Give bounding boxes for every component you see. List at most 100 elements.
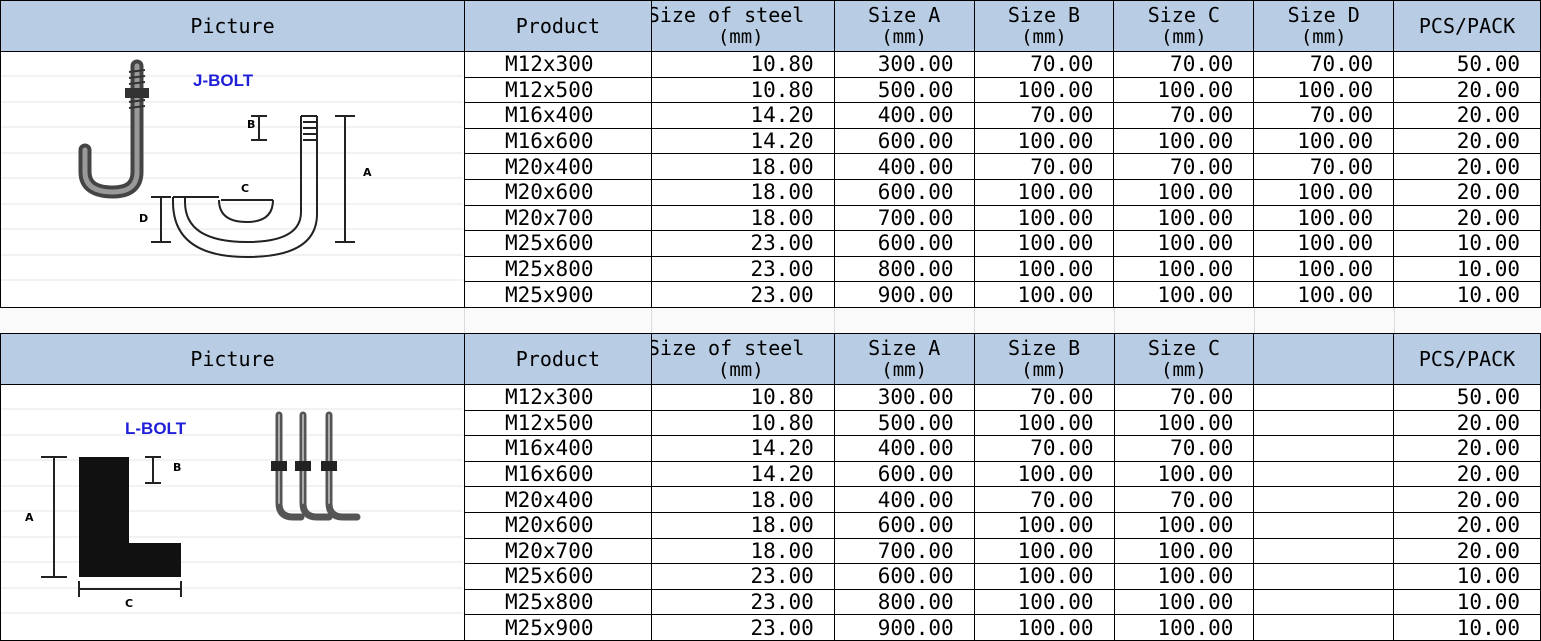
svg-text:C: C xyxy=(241,182,249,195)
cell-size-d: 70.00 xyxy=(1253,51,1395,78)
cell-pcs-pack: 20.00 xyxy=(1393,127,1541,155)
cell-size-c: 100.00 xyxy=(1113,230,1255,257)
cell-empty xyxy=(1253,563,1395,590)
cell-size-of-steel: 18.00 xyxy=(650,486,835,513)
header-size-a: Size A (mm) xyxy=(833,333,975,385)
cell-product: M20x600 xyxy=(463,178,652,206)
cell-size-a: 700.00 xyxy=(833,537,975,565)
header-size-a: Size A (mm) xyxy=(833,0,975,52)
cell-pcs-pack: 20.00 xyxy=(1393,178,1541,206)
table-row: A B C L-BOLT M12x300 10.80 300.00 70.00 70.0… xyxy=(0,384,1541,641)
cell-product: M25x900 xyxy=(463,614,652,641)
cell-size-c: 100.00 xyxy=(1113,537,1255,565)
cell-size-c: 100.00 xyxy=(1113,588,1255,616)
cell-size-b: 70.00 xyxy=(973,153,1115,180)
cell-product: M16x600 xyxy=(463,127,652,155)
cell-product: M20x400 xyxy=(463,153,652,180)
cell-size-b: 100.00 xyxy=(973,281,1115,308)
cell-size-a: 500.00 xyxy=(833,76,975,104)
cell-size-a: 600.00 xyxy=(833,511,975,539)
cell-pcs-pack: 10.00 xyxy=(1393,588,1541,616)
cell-pcs-pack: 20.00 xyxy=(1393,409,1541,437)
cell-pcs-pack: 50.00 xyxy=(1393,384,1541,411)
header-pcs-pack: PCS/PACK xyxy=(1393,333,1541,385)
cell-product: M16x400 xyxy=(463,102,652,129)
header-picture: Picture xyxy=(0,0,465,52)
cell-size-b: 100.00 xyxy=(973,76,1115,104)
header-size-c: Size C (mm) xyxy=(1113,0,1255,52)
cell-product: M12x300 xyxy=(463,384,652,411)
cell-pcs-pack: 20.00 xyxy=(1393,435,1541,462)
cell-empty xyxy=(1253,614,1395,641)
j-bolt-header-row: Picture Product Size of steel (mm) Size A… xyxy=(0,0,1541,52)
cell-size-a: 400.00 xyxy=(833,153,975,180)
header-pcs-pack: PCS/PACK xyxy=(1393,0,1541,52)
cell-size-b: 100.00 xyxy=(973,178,1115,206)
header-size-of-steel: Size of steel (mm) xyxy=(650,0,835,52)
l-bolt-header-row: Picture Product Size of steel (mm) Size A… xyxy=(0,333,1541,385)
cell-size-d: 100.00 xyxy=(1253,127,1395,155)
cell-empty xyxy=(1253,486,1395,513)
cell-product: M20x600 xyxy=(463,511,652,539)
header-size-b: Size B (mm) xyxy=(973,0,1115,52)
cell-size-a: 600.00 xyxy=(833,563,975,590)
cell-empty xyxy=(1253,384,1395,411)
cell-size-c: 70.00 xyxy=(1113,384,1255,411)
header-size-b: Size B (mm) xyxy=(973,333,1115,385)
svg-text:C: C xyxy=(125,597,133,610)
cell-product: M20x700 xyxy=(463,537,652,565)
cell-size-c: 100.00 xyxy=(1113,127,1255,155)
cell-size-d: 100.00 xyxy=(1253,204,1395,232)
cell-size-b: 100.00 xyxy=(973,409,1115,437)
cell-product: M25x800 xyxy=(463,588,652,616)
cell-size-a: 400.00 xyxy=(833,435,975,462)
cell-size-a: 600.00 xyxy=(833,230,975,257)
table-row: B A D C J-BOLT M12x300 10.80 300.00 70.00 70… xyxy=(0,51,1541,308)
cell-product: M25x900 xyxy=(463,281,652,308)
cell-size-c: 100.00 xyxy=(1113,178,1255,206)
cell-size-c: 100.00 xyxy=(1113,614,1255,641)
cell-size-b: 100.00 xyxy=(973,230,1115,257)
cell-size-of-steel: 10.80 xyxy=(650,51,835,78)
cell-size-b: 70.00 xyxy=(973,384,1115,411)
header-size-of-steel: Size of steel (mm) xyxy=(650,333,835,385)
cell-size-c: 100.00 xyxy=(1113,460,1255,488)
cell-size-b: 100.00 xyxy=(973,255,1115,283)
cell-size-d: 70.00 xyxy=(1253,153,1395,180)
l-bolt-picture: A B C L-BOLT xyxy=(1,386,463,640)
cell-empty xyxy=(1253,588,1395,616)
cell-size-a: 700.00 xyxy=(833,204,975,232)
cell-pcs-pack: 10.00 xyxy=(1393,255,1541,283)
cell-size-a: 600.00 xyxy=(833,127,975,155)
cell-pcs-pack: 20.00 xyxy=(1393,511,1541,539)
cell-size-of-steel: 10.80 xyxy=(650,384,835,411)
cell-size-of-steel: 18.00 xyxy=(650,204,835,232)
header-size-c: Size C (mm) xyxy=(1113,333,1255,385)
cell-size-a: 400.00 xyxy=(833,102,975,129)
cell-size-b: 70.00 xyxy=(973,486,1115,513)
cell-size-a: 800.00 xyxy=(833,255,975,283)
cell-size-of-steel: 18.00 xyxy=(650,537,835,565)
cell-size-c: 100.00 xyxy=(1113,281,1255,308)
cell-size-of-steel: 23.00 xyxy=(650,563,835,590)
cell-product: M12x500 xyxy=(463,409,652,437)
cell-size-of-steel: 23.00 xyxy=(650,255,835,283)
cell-empty xyxy=(1253,435,1395,462)
cell-size-c: 70.00 xyxy=(1113,51,1255,78)
cell-size-b: 100.00 xyxy=(973,511,1115,539)
cell-size-of-steel: 10.80 xyxy=(650,409,835,437)
header-product: Product xyxy=(463,333,652,385)
cell-size-a: 400.00 xyxy=(833,486,975,513)
cell-size-of-steel: 18.00 xyxy=(650,178,835,206)
cell-pcs-pack: 20.00 xyxy=(1393,153,1541,180)
cell-size-b: 70.00 xyxy=(973,102,1115,129)
cell-product: M25x600 xyxy=(463,230,652,257)
cell-pcs-pack: 20.00 xyxy=(1393,486,1541,513)
cell-product: M16x600 xyxy=(463,460,652,488)
cell-size-d: 100.00 xyxy=(1253,230,1395,257)
cell-size-of-steel: 23.00 xyxy=(650,230,835,257)
cell-size-of-steel: 23.00 xyxy=(650,281,835,308)
svg-text:B: B xyxy=(173,461,181,474)
cell-size-c: 70.00 xyxy=(1113,153,1255,180)
cell-size-of-steel: 18.00 xyxy=(650,153,835,180)
